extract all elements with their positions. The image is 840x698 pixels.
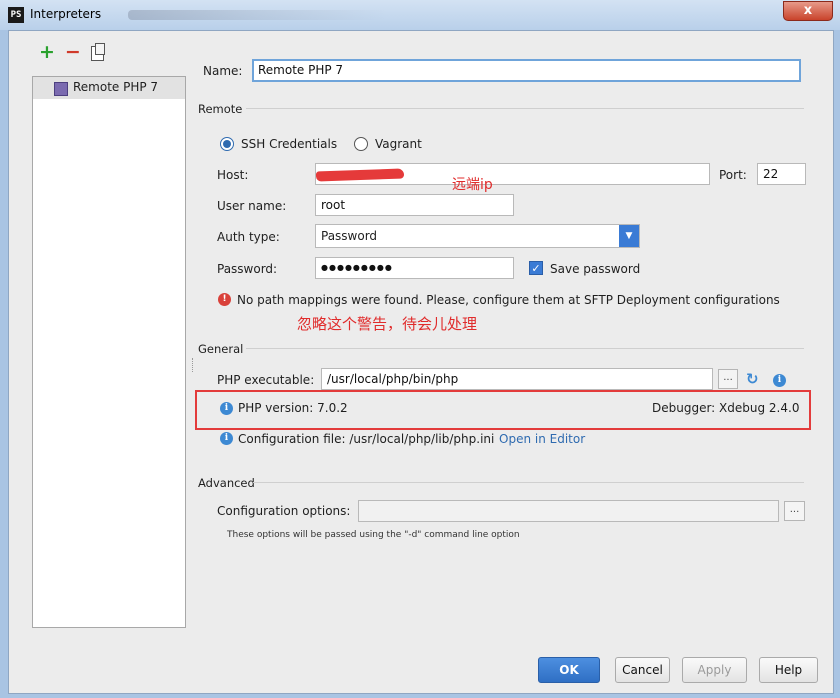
browse-options-button[interactable]: ... [784,501,805,521]
title-bar: PS Interpreters x [0,0,840,30]
info-icon[interactable]: i [773,374,786,387]
open-in-editor-link[interactable]: Open in Editor [499,432,585,446]
password-label: Password: [217,262,278,276]
user-name-label: User name: [217,199,287,213]
interpreters-dialog: PS Interpreters x + − Remote PHP 7 Name:… [0,0,840,698]
apply-button[interactable]: Apply [682,657,747,683]
interpreter-toolbar: + − [39,43,105,62]
general-divider [246,348,804,349]
remote-divider [246,108,804,109]
dialog-body: + − Remote PHP 7 Name: Remote PHP 7 Remo… [8,30,834,694]
save-password-checkbox[interactable]: ✓ [529,261,543,275]
host-label: Host: [217,168,249,182]
auth-type-label: Auth type: [217,230,280,244]
interpreter-list: Remote PHP 7 [32,76,186,628]
list-item[interactable]: Remote PHP 7 [33,77,185,99]
ssh-credentials-radio[interactable] [220,137,234,151]
list-item-label: Remote PHP 7 [73,80,159,94]
remote-section-title: Remote [198,102,243,116]
save-password-label[interactable]: Save password [550,262,640,276]
ssh-credentials-label[interactable]: SSH Credentials [241,137,337,151]
user-name-input[interactable]: root [315,194,514,216]
advanced-section-title: Advanced [198,476,255,490]
info-icon: i [220,432,233,445]
splitter-handle[interactable] [192,358,196,372]
cancel-button[interactable]: Cancel [615,657,670,683]
auth-type-value: Password [321,229,378,243]
php-interpreter-icon [54,82,68,96]
php-version-text: PHP version: 7.0.2 [238,401,348,415]
blurred-background-title [128,10,388,20]
configuration-options-input[interactable] [358,500,779,522]
vagrant-radio[interactable] [354,137,368,151]
add-icon[interactable]: + [39,43,55,62]
phpstorm-logo-icon: PS [8,7,24,23]
configuration-options-hint: These options will be passed using the "… [227,530,520,540]
auth-type-select[interactable]: Password ▼ [315,224,640,248]
remove-icon[interactable]: − [65,43,81,62]
general-section-title: General [198,342,244,356]
browse-executable-button[interactable]: ... [718,369,738,389]
configuration-options-label: Configuration options: [217,504,351,518]
window-title: Interpreters [30,7,102,21]
advanced-divider [253,482,804,483]
chevron-down-icon[interactable]: ▼ [619,225,639,247]
ok-button[interactable]: OK [538,657,600,683]
annotation-remote-ip: 远端ip [452,177,493,193]
info-icon: i [220,402,233,415]
help-button[interactable]: Help [759,657,818,683]
name-label: Name: [203,64,243,78]
close-button[interactable]: x [783,1,833,21]
password-input[interactable]: ●●●●●●●●● [315,257,514,279]
php-executable-input[interactable]: /usr/local/php/bin/php [321,368,713,390]
port-label: Port: [719,168,747,182]
vagrant-label[interactable]: Vagrant [375,137,422,151]
port-input[interactable]: 22 [757,163,806,185]
copy-icon[interactable] [90,43,105,61]
configuration-file-text: Configuration file: /usr/local/php/lib/p… [238,432,495,446]
path-mapping-warning: No path mappings were found. Please, con… [237,293,780,307]
php-executable-label: PHP executable: [217,373,315,387]
debugger-text: Debugger: Xdebug 2.4.0 [652,401,800,415]
annotation-ignore-warning: 忽略这个警告，待会儿处理 [297,315,478,333]
reload-icon[interactable]: ↻ [746,370,759,388]
error-icon: ! [218,293,231,306]
name-input[interactable]: Remote PHP 7 [252,59,801,82]
